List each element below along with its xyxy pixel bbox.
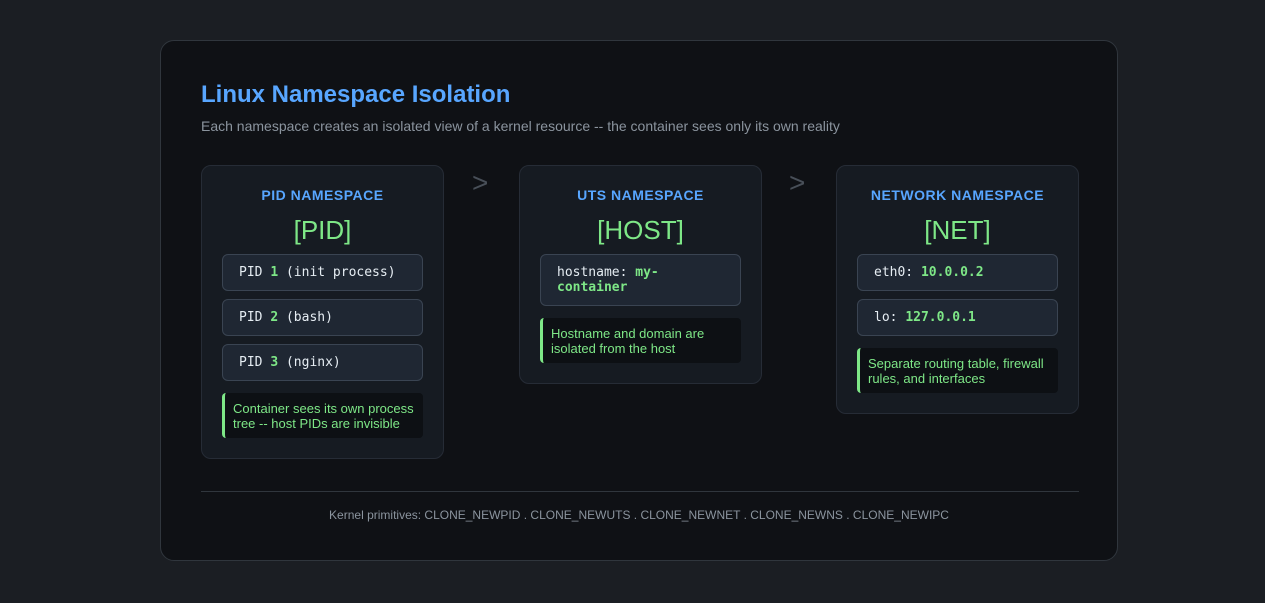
row-prefix: lo: [874, 310, 906, 325]
interface-row: lo: 127.0.0.1 [857, 299, 1058, 336]
page-title: Linux Namespace Isolation [201, 81, 511, 108]
namespace-panel: Linux Namespace Isolation Each namespace… [160, 40, 1118, 561]
card-title: PID NAMESPACE [261, 187, 384, 203]
pid-row: PID 2 (bash) [222, 299, 423, 336]
row-prefix: PID [239, 355, 271, 370]
flow-arrow: > [789, 167, 806, 198]
row-value: 3 [270, 355, 279, 370]
row-prefix: PID [239, 310, 271, 325]
row-value: 10.0.0.2 [920, 265, 984, 280]
row-value: 1 [270, 265, 279, 280]
card-title: UTS NAMESPACE [577, 187, 704, 203]
network-note: Separate routing table, firewall rules, … [857, 348, 1058, 393]
uts-namespace-card: UTS NAMESPACE [HOST] hostname: my-contai… [519, 165, 762, 384]
card-tag: [PID] [293, 215, 352, 245]
row-prefix: eth0: [874, 265, 921, 280]
uts-note: Hostname and domain are isolated from th… [540, 318, 741, 363]
divider [201, 491, 1079, 492]
pid-note: Container sees its own process tree -- h… [222, 393, 423, 438]
row-value: 127.0.0.1 [905, 310, 976, 325]
pid-row: PID 1 (init process) [222, 254, 423, 291]
card-tag: [NET] [924, 215, 991, 245]
row-prefix: hostname: [557, 265, 636, 280]
network-namespace-card: NETWORK NAMESPACE [NET] eth0: 10.0.0.2 l… [836, 165, 1079, 414]
row-suffix: (nginx) [278, 355, 341, 370]
row-value: 2 [270, 310, 279, 325]
interface-row: eth0: 10.0.0.2 [857, 254, 1058, 291]
card-title: NETWORK NAMESPACE [870, 187, 1045, 203]
row-suffix: (bash) [278, 310, 333, 325]
card-tag: [HOST] [597, 215, 684, 245]
footer-primitives: Kernel primitives: CLONE_NEWPID . CLONE_… [329, 508, 949, 522]
flow-arrow: > [472, 167, 489, 198]
pid-namespace-card: PID NAMESPACE [PID] PID 1 (init process)… [201, 165, 444, 459]
page-subtitle: Each namespace creates an isolated view … [201, 118, 840, 134]
row-suffix: (init process) [278, 265, 396, 280]
row-prefix: PID [239, 265, 271, 280]
pid-row: PID 3 (nginx) [222, 344, 423, 381]
hostname-row: hostname: my-container [540, 254, 741, 306]
